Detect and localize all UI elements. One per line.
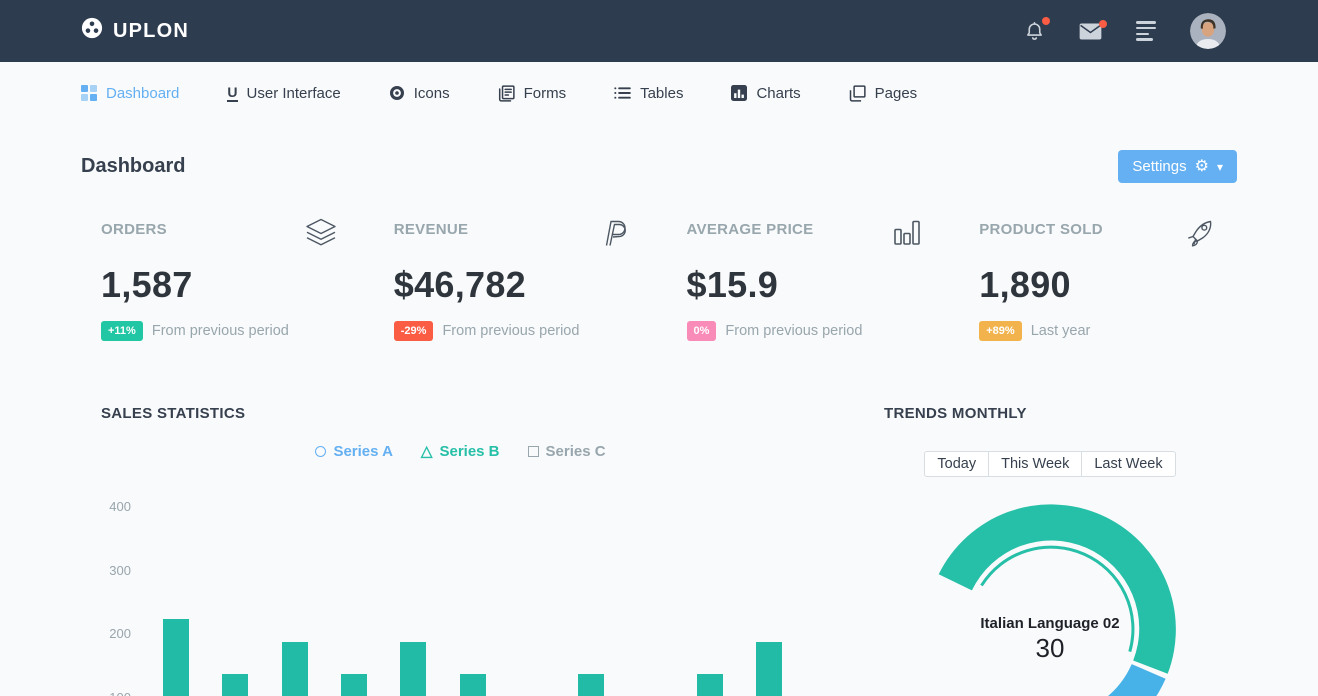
y-axis-tick: 100 [101, 690, 131, 696]
nav-item-tables[interactable]: Tables [614, 85, 683, 102]
caret-down-icon [1217, 158, 1223, 175]
stat-title: REVENUE [394, 221, 469, 238]
y-axis-tick: 200 [101, 626, 131, 641]
sales-statistics-panel: SALES STATISTICS Series A Series B Serie… [101, 405, 840, 696]
donut-slice-blue[interactable] [1066, 664, 1165, 696]
status-badge: +89% [979, 321, 1021, 341]
donut-center-text: Italian Language 02 30 [884, 615, 1216, 664]
today-button[interactable]: Today [924, 451, 989, 477]
settings-label: Settings [1132, 158, 1186, 175]
legend-item-series-a[interactable]: Series A [315, 443, 392, 460]
sales-bar[interactable] [756, 642, 782, 696]
nav-item-pages[interactable]: Pages [849, 85, 918, 102]
nav-item-charts[interactable]: Charts [731, 85, 800, 102]
paypal-icon [596, 215, 632, 251]
sales-bar-chart: 400 300 200 100 [101, 480, 840, 696]
stat-note: From previous period [152, 323, 289, 339]
legend-item-series-c[interactable]: Series C [528, 443, 606, 460]
stat-note: From previous period [725, 323, 862, 339]
trends-monthly-panel: TRENDS MONTHLY Today This Week Last Week… [884, 405, 1240, 696]
nav-item-forms[interactable]: Forms [498, 85, 567, 102]
nav-label: Icons [414, 85, 450, 102]
pages-icon [849, 85, 866, 102]
form-icon [498, 85, 515, 102]
chart-icon [731, 85, 747, 101]
stat-cards: ORDERS 1,587 +11% From previous period R… [101, 221, 1217, 341]
logo-icon [81, 17, 103, 45]
sales-bar[interactable] [282, 642, 308, 696]
legend-label: Series B [439, 443, 499, 460]
mail-icon[interactable] [1079, 23, 1102, 40]
stat-card-revenue: REVENUE $46,782 -29% From previous perio… [394, 221, 632, 341]
sales-bar[interactable] [460, 674, 486, 696]
sales-statistics-title: SALES STATISTICS [101, 405, 840, 422]
brand-logo[interactable]: UPLON [81, 17, 189, 45]
status-badge: -29% [394, 321, 434, 341]
stat-value: 1,587 [101, 264, 339, 306]
sales-bar[interactable] [163, 619, 189, 696]
gear-icon [1195, 158, 1209, 175]
stat-note: From previous period [442, 323, 579, 339]
last-week-button[interactable]: Last Week [1081, 451, 1175, 477]
legend-label: Series C [546, 443, 606, 460]
u-icon: U [227, 85, 237, 102]
notification-badge [1042, 17, 1050, 25]
main-nav: Dashboard U User Interface Icons Forms T… [0, 62, 1318, 124]
donut-center-label: Italian Language 02 [884, 615, 1216, 632]
sales-bar[interactable] [697, 674, 723, 696]
sales-bar[interactable] [400, 642, 426, 696]
nav-item-user-interface[interactable]: U User Interface [227, 85, 340, 102]
grid-icon [81, 85, 97, 101]
nav-item-icons[interactable]: Icons [389, 85, 450, 102]
settings-button[interactable]: Settings [1118, 150, 1237, 183]
bell-icon[interactable] [1024, 20, 1045, 42]
trends-donut-chart: Italian Language 02 30 [884, 477, 1240, 696]
nav-item-dashboard[interactable]: Dashboard [81, 85, 179, 102]
page-title: Dashboard [81, 155, 185, 178]
nav-label: User Interface [247, 85, 341, 102]
stat-value: $15.9 [687, 264, 925, 306]
list-icon [614, 86, 631, 100]
nav-label: Charts [756, 85, 800, 102]
stat-title: ORDERS [101, 221, 167, 238]
period-button-group: Today This Week Last Week [884, 451, 1240, 477]
status-badge: +11% [101, 321, 143, 341]
stat-card-orders: ORDERS 1,587 +11% From previous period [101, 221, 339, 341]
sales-bar[interactable] [222, 674, 248, 696]
nav-label: Tables [640, 85, 683, 102]
stat-card-product-sold: PRODUCT SOLD 1,890 +89% Last year [979, 221, 1217, 341]
message-badge [1099, 20, 1107, 28]
stat-card-average-price: AVERAGE PRICE $15.9 0% From previous per… [687, 221, 925, 341]
layers-icon [303, 215, 339, 251]
stat-note: Last year [1031, 323, 1091, 339]
bars-icon [888, 215, 924, 251]
trends-monthly-title: TRENDS MONTHLY [884, 405, 1240, 422]
avatar[interactable] [1190, 13, 1226, 49]
stat-value: $46,782 [394, 264, 632, 306]
circle-marker-icon [315, 446, 326, 457]
stat-title: PRODUCT SOLD [979, 221, 1103, 238]
target-icon [389, 85, 405, 101]
menu-icon[interactable] [1136, 18, 1156, 44]
nav-label: Pages [875, 85, 918, 102]
rocket-icon [1181, 215, 1217, 251]
legend-item-series-b[interactable]: Series B [421, 443, 500, 460]
legend-label: Series A [333, 443, 392, 460]
square-marker-icon [528, 446, 539, 457]
sales-bar[interactable] [341, 674, 367, 696]
stat-value: 1,890 [979, 264, 1217, 306]
chart-legend: Series A Series B Series C [101, 443, 840, 460]
donut-center-value: 30 [884, 633, 1216, 664]
brand-name: UPLON [113, 20, 189, 43]
triangle-marker-icon [421, 443, 433, 460]
status-badge: 0% [687, 321, 717, 341]
stat-title: AVERAGE PRICE [687, 221, 814, 238]
sales-bar[interactable] [578, 674, 604, 696]
topbar: UPLON [0, 0, 1318, 62]
y-axis-tick: 400 [101, 499, 131, 514]
nav-label: Dashboard [106, 85, 179, 102]
nav-label: Forms [524, 85, 567, 102]
y-axis-tick: 300 [101, 563, 131, 578]
this-week-button[interactable]: This Week [988, 451, 1082, 477]
